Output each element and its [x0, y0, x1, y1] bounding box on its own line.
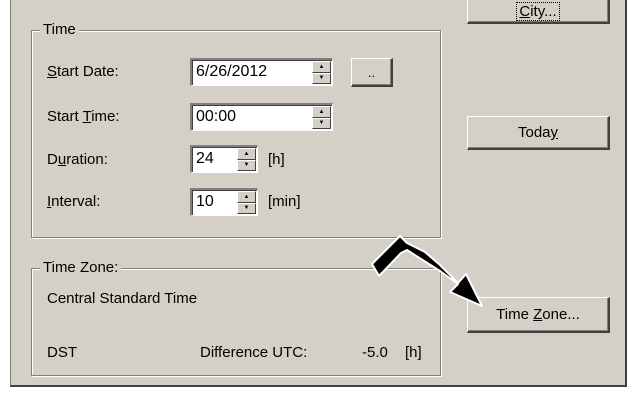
arrow-icon	[371, 235, 483, 307]
